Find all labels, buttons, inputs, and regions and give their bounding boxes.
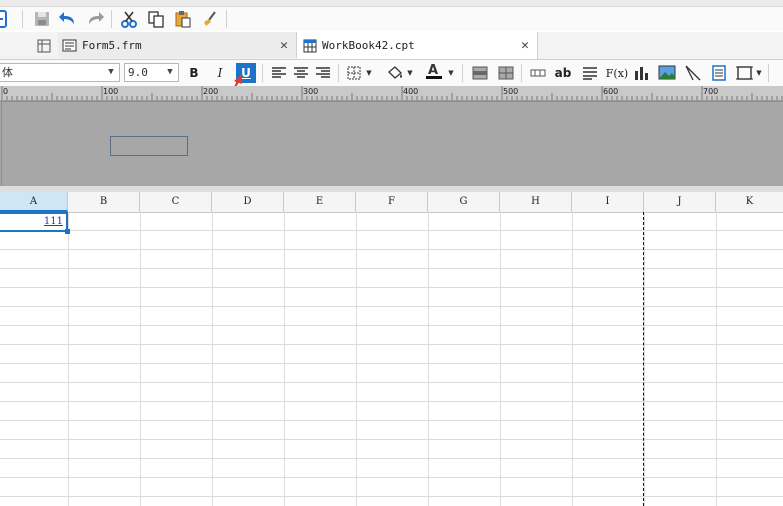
merge-cells-icon[interactable] xyxy=(470,63,490,83)
insert-row-icon[interactable] xyxy=(528,63,548,83)
column-header-j[interactable]: J xyxy=(644,192,716,212)
font-size-select[interactable]: 9.0 ▼ xyxy=(124,63,179,82)
ruler-label: 200 xyxy=(203,87,219,96)
bold-button[interactable]: B xyxy=(184,63,204,83)
fill-color-icon[interactable] xyxy=(385,63,405,83)
tab-form5[interactable]: Form5.frm ✕ xyxy=(58,32,297,58)
text-tool-button[interactable]: ab xyxy=(553,63,573,83)
cell-a1-value: 111 xyxy=(43,216,63,227)
fill-handle[interactable] xyxy=(65,229,70,234)
page-break-line xyxy=(643,212,644,506)
column-header-g[interactable]: G xyxy=(428,192,500,212)
report-header-canvas[interactable] xyxy=(0,101,783,187)
close-icon[interactable]: ✕ xyxy=(521,38,529,53)
formula-button[interactable]: F(x) xyxy=(605,63,629,83)
font-name-select[interactable]: 体 ▼ xyxy=(0,63,120,82)
bar-chart-icon[interactable] xyxy=(632,63,652,83)
align-center-icon[interactable] xyxy=(291,63,311,83)
column-header-e[interactable]: E xyxy=(284,192,356,212)
font-color-icon[interactable]: A xyxy=(424,61,444,81)
font-name-value: 体 xyxy=(2,66,13,79)
column-header-c[interactable]: C xyxy=(140,192,212,212)
column-header-k[interactable]: K xyxy=(716,192,783,212)
close-icon[interactable]: ✕ xyxy=(280,38,288,53)
ruler-label: 600 xyxy=(603,87,619,96)
chevron-down-icon[interactable]: ▼ xyxy=(405,63,415,83)
split-cells-icon[interactable] xyxy=(496,63,516,83)
copy-icon[interactable] xyxy=(146,9,166,29)
ruler-label: 0 xyxy=(3,87,9,96)
column-header-row: A B C D E F G H I J K xyxy=(0,192,783,213)
app-logo-icon[interactable] xyxy=(0,9,8,29)
paragraph-icon[interactable] xyxy=(580,63,600,83)
align-right-icon[interactable] xyxy=(313,63,333,83)
form-file-icon xyxy=(62,38,77,53)
column-header-b[interactable]: B xyxy=(68,192,140,212)
column-header-f[interactable]: F xyxy=(356,192,428,212)
chevron-down-icon[interactable]: ▼ xyxy=(446,63,456,83)
column-header-a[interactable]: A xyxy=(0,192,68,212)
border-icon[interactable] xyxy=(344,63,364,83)
tab-label: WorkBook42.cpt xyxy=(322,39,415,52)
column-header-h[interactable]: H xyxy=(500,192,572,212)
image-icon[interactable] xyxy=(657,63,677,83)
chevron-down-icon[interactable]: ▼ xyxy=(364,63,374,83)
cut-icon[interactable] xyxy=(119,9,139,29)
align-left-icon[interactable] xyxy=(269,63,289,83)
ruler-label: 300 xyxy=(303,87,319,96)
spreadsheet-grid[interactable]: 111 xyxy=(0,212,783,506)
format-toolbar: 体 ▼ 9.0 ▼ B I U ▼ ▼ A ▼ ab F(x) ▼ xyxy=(0,60,783,87)
chevron-down-icon: ▼ xyxy=(108,67,114,77)
svg-text:A: A xyxy=(428,63,438,78)
chevron-down-icon[interactable]: ▼ xyxy=(754,63,764,83)
workbook-file-icon xyxy=(303,39,317,53)
ruler-label: 500 xyxy=(503,87,519,96)
selection-box[interactable] xyxy=(110,136,188,156)
ruler-label: 400 xyxy=(403,87,419,96)
save-icon[interactable] xyxy=(32,9,52,29)
undo-icon[interactable] xyxy=(58,9,78,29)
paste-icon[interactable] xyxy=(173,9,193,29)
format-painter-icon[interactable] xyxy=(200,9,220,29)
font-size-value: 9.0 xyxy=(128,66,148,79)
chevron-down-icon: ▼ xyxy=(167,67,173,77)
column-header-d[interactable]: D xyxy=(212,192,284,212)
ruler-label: 100 xyxy=(103,87,119,96)
redo-icon[interactable] xyxy=(85,9,105,29)
new-form-icon[interactable] xyxy=(34,36,54,56)
horizontal-ruler: 0 100 200 300 400 500 600 700 xyxy=(0,86,783,101)
window-top-strip xyxy=(0,0,783,7)
tab-bar: Form5.frm ✕ WorkBook42.cpt ✕ xyxy=(0,32,783,60)
tab-label: Form5.frm xyxy=(82,38,142,52)
quick-toolbar xyxy=(0,7,783,31)
column-header-i[interactable]: I xyxy=(572,192,644,212)
diagonal-line-icon[interactable] xyxy=(683,63,703,83)
cell-border-icon[interactable] xyxy=(735,63,755,83)
tab-workbook42[interactable]: WorkBook42.cpt ✕ xyxy=(297,32,538,59)
cell-a1[interactable]: 111 xyxy=(0,212,70,234)
widget-icon[interactable] xyxy=(709,63,729,83)
ruler-label: 700 xyxy=(703,87,719,96)
